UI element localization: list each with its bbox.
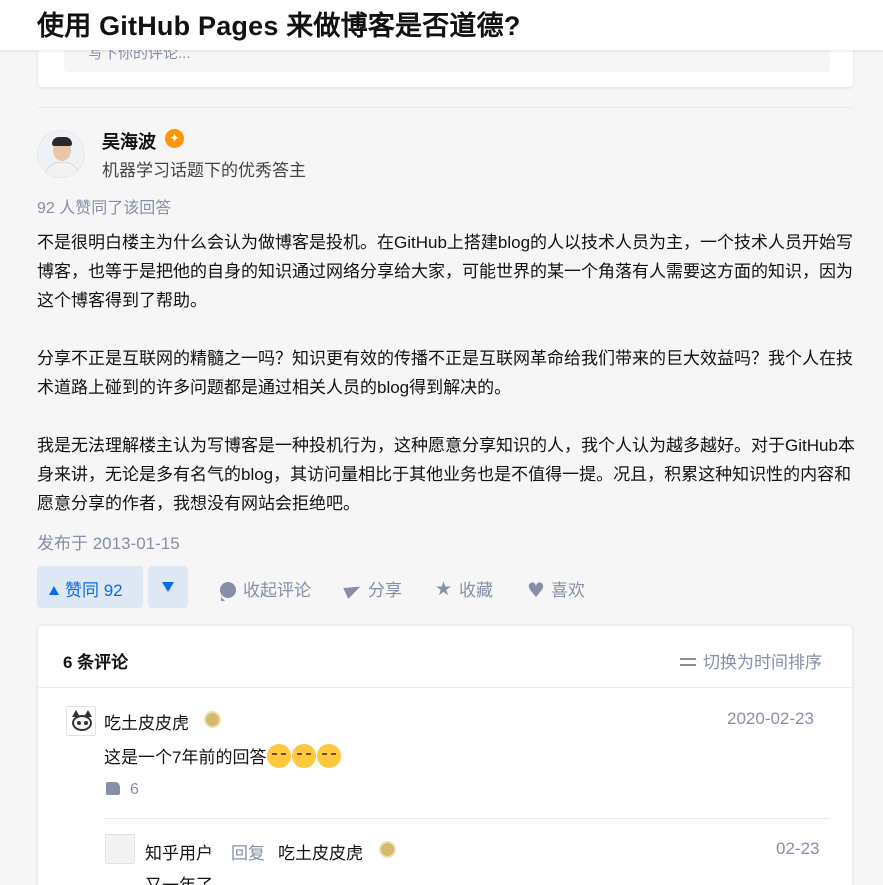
avatar-body-shape	[45, 162, 79, 177]
author-name[interactable]: 吴海波	[102, 128, 156, 154]
sort-toggle-button[interactable]: 切换为时间排序	[680, 648, 822, 673]
cat-face-shape	[72, 715, 92, 731]
publish-time[interactable]: 发布于 2013-01-15	[37, 529, 180, 554]
answer-paragraph: 不是很明白楼主为什么会认为做博客是投机。在GitHub上搭建blog的人以技术人…	[37, 233, 854, 310]
reply-author[interactable]: 知乎用户	[145, 839, 213, 864]
question-title[interactable]: 使用 GitHub Pages 来做博客是否道德?	[37, 4, 521, 43]
relieved-face-emoji-icon	[292, 744, 317, 768]
relieved-face-emoji-icon	[267, 744, 292, 768]
upvote-arrow-icon	[49, 586, 59, 595]
upvote-button[interactable]: 赞同 92	[37, 566, 143, 608]
downvote-button[interactable]	[148, 566, 188, 608]
comment-text: 这是一个7年前的回答	[104, 743, 342, 768]
share-button[interactable]: 分享	[345, 576, 402, 601]
comment-time: 2020-02-23	[727, 709, 814, 728]
author-headline: 机器学习话题下的优秀答主	[102, 161, 306, 180]
collapse-comments-button[interactable]: 收起评论	[220, 576, 311, 601]
avatar-hair-shape	[52, 137, 72, 146]
comment-author[interactable]: 吃土皮皮虎	[104, 709, 189, 734]
swap-icon	[680, 655, 696, 669]
favorite-label: 收藏	[459, 581, 493, 600]
member-badge-icon	[204, 711, 221, 728]
question-header: 使用 GitHub Pages 来做博客是否道德?	[0, 0, 883, 50]
commenter-avatar[interactable]	[66, 706, 96, 736]
comment-bubble-icon	[220, 582, 236, 601]
reply-target[interactable]: 吃土皮皮虎	[278, 839, 363, 864]
member-badge-icon	[379, 841, 396, 858]
comments-divider	[38, 687, 852, 688]
thumbs-up-icon	[106, 782, 120, 795]
answer-divider	[37, 107, 853, 108]
reply-author-avatar[interactable]	[105, 834, 135, 864]
comment-like-count: 6	[130, 781, 139, 798]
share-label: 分享	[368, 581, 402, 600]
reply-text: 又一年了	[145, 871, 213, 885]
comment-body: 这是一个7年前的回答	[104, 748, 267, 767]
upvote-label: 赞同 92	[65, 581, 123, 600]
heart-icon	[527, 578, 545, 602]
downvote-arrow-icon	[162, 582, 174, 592]
collapse-comments-label: 收起评论	[243, 581, 311, 600]
sort-toggle-label: 切换为时间排序	[703, 653, 822, 672]
relieved-face-emoji-icon	[317, 744, 342, 768]
cat-eye-shape	[77, 721, 81, 725]
favorite-button[interactable]: 收藏	[435, 576, 493, 601]
reply-word: 回复	[231, 844, 265, 863]
reply-divider	[104, 818, 830, 819]
cat-eye-shape	[84, 721, 88, 725]
comment-like-button[interactable]: 6	[106, 781, 139, 799]
answer-content: 不是很明白楼主为什么会认为做博客是投机。在GitHub上搭建blog的人以技术人…	[37, 228, 857, 518]
comments-count: 6 条评论	[63, 653, 129, 672]
reply-time: 02-23	[776, 839, 820, 858]
vote-summary[interactable]: 92 人赞同了该回答	[37, 194, 171, 218]
share-arrow-icon	[345, 582, 361, 598]
like-button[interactable]: 喜欢	[527, 576, 585, 602]
excellent-answerer-badge-icon[interactable]: ✦	[165, 129, 184, 148]
author-avatar[interactable]	[37, 130, 85, 178]
comments-panel: 6 条评论 切换为时间排序 吃土皮皮虎 2020-02-23 这是一个7年前的回…	[37, 625, 853, 885]
answer-paragraph: 我是无法理解楼主认为写博客是一种投机行为，这种愿意分享知识的人，我个人认为越多越…	[37, 436, 855, 513]
like-label: 喜欢	[551, 581, 585, 600]
star-icon	[435, 578, 452, 600]
answer-paragraph: 分享不正是互联网的精髓之一吗？知识更有效的传播不正是互联网革命给我们带来的巨大效…	[37, 349, 853, 397]
